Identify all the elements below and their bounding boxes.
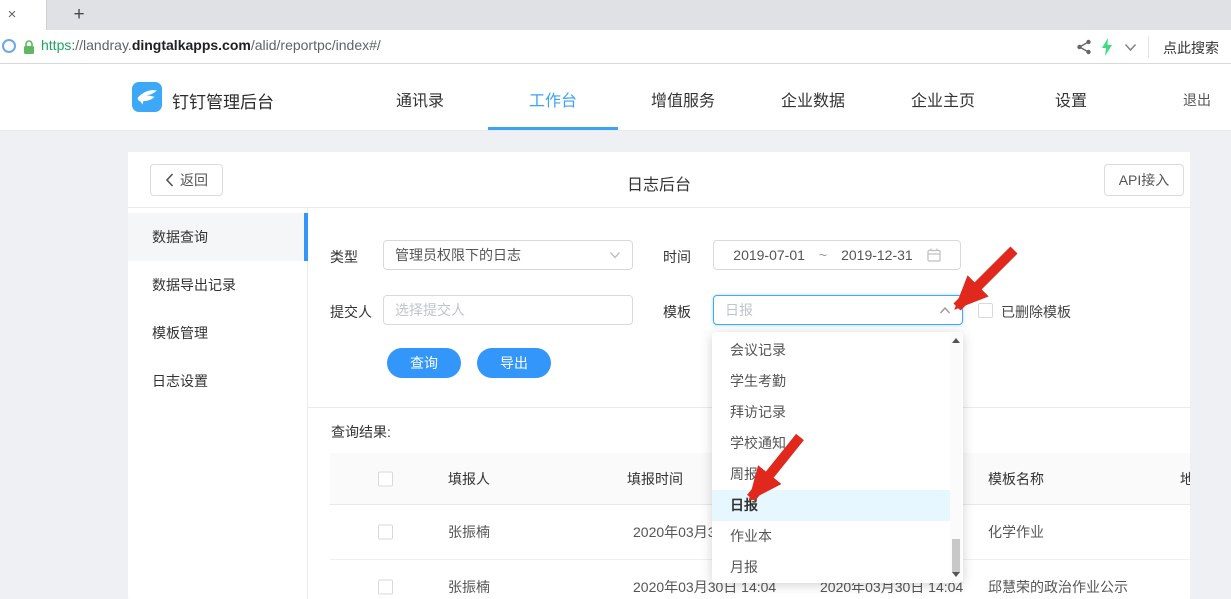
date-range-picker[interactable]: 2019-07-01 ~ 2019-12-31: [713, 240, 961, 270]
dropdown-option-school-notice[interactable]: 学校通知: [712, 428, 950, 459]
deleted-template-checkbox[interactable]: [978, 303, 993, 318]
dropdown-option-weekly-report[interactable]: 周报: [712, 459, 950, 490]
dropdown-scrollbar[interactable]: [950, 333, 962, 582]
cell-report-time: 2020年03月31: [633, 524, 724, 540]
row-checkbox[interactable]: [378, 524, 393, 540]
sidebar-item-export-records[interactable]: 数据导出记录: [128, 261, 308, 309]
log-backend-card: 返回 日志后台 API接入 数据查询 数据导出记录 模板管理 日志设置 类型 管…: [128, 152, 1190, 599]
scroll-up-icon[interactable]: [952, 338, 960, 343]
url-domain: dingtalkapps.com: [131, 37, 251, 53]
scroll-down-icon[interactable]: [952, 572, 960, 577]
chevron-down-icon[interactable]: [1124, 43, 1137, 52]
sidebar-item-label: 日志设置: [152, 373, 208, 389]
flash-icon[interactable]: [1101, 38, 1113, 56]
template-select[interactable]: 日报: [713, 295, 963, 325]
active-tab-underline: [488, 127, 618, 130]
card-header: 返回 日志后台 API接入: [128, 152, 1190, 208]
search-here-link[interactable]: 点此搜索: [1163, 38, 1219, 58]
sidebar-item-label: 模板管理: [152, 325, 208, 341]
sidebar-item-label: 数据导出记录: [152, 277, 236, 293]
url-text[interactable]: https://landray.dingtalkapps.com/alid/re…: [41, 37, 381, 53]
admin-nav-bar: 钉钉管理后台 通讯录 工作台 增值服务 企业数据 企业主页 设置 退出: [0, 64, 1231, 131]
sidebar: 数据查询 数据导出记录 模板管理 日志设置: [128, 208, 308, 599]
sidebar-item-label: 数据查询: [152, 229, 208, 245]
cell-template-name: 邱慧荣的政治作业公示: [988, 579, 1128, 595]
url-path: /alid/reportpc/index#/: [250, 37, 381, 53]
deleted-template-label: 已删除模板: [1001, 304, 1071, 320]
date-end[interactable]: 2019-12-31: [841, 247, 913, 263]
active-indicator: [304, 213, 308, 261]
chevron-down-icon: [609, 251, 621, 259]
export-button[interactable]: 导出: [477, 348, 551, 378]
url-separator: ://: [71, 37, 84, 53]
admin-title: 钉钉管理后台: [172, 93, 274, 112]
browser-tab[interactable]: ×: [0, 0, 47, 30]
column-location: 地点: [1180, 470, 1190, 487]
template-select-value: 日报: [725, 302, 753, 318]
nav-tab-workbench[interactable]: 工作台: [529, 87, 577, 111]
column-reporter: 填报人: [448, 470, 490, 487]
toolbar-separator: [1148, 36, 1149, 58]
lock-icon: [24, 40, 34, 54]
row-checkbox[interactable]: [378, 579, 393, 595]
time-label: 时间: [663, 249, 691, 265]
tab-close-icon[interactable]: ×: [4, 6, 20, 24]
dingtalk-logo: [132, 82, 162, 112]
column-report-time: 填报时间: [627, 470, 683, 487]
type-label: 类型: [330, 249, 358, 265]
api-access-button[interactable]: API接入: [1104, 164, 1184, 196]
calendar-icon: [927, 248, 941, 262]
site-profile-icon[interactable]: [2, 39, 16, 53]
new-tab-button[interactable]: +: [68, 4, 90, 26]
browser-url-bar: https://landray.dingtalkapps.com/alid/re…: [0, 30, 1231, 64]
chevron-up-icon: [939, 306, 951, 313]
dropdown-option-meeting-minutes[interactable]: 会议记录: [712, 335, 950, 366]
sidebar-item-data-query[interactable]: 数据查询: [128, 213, 308, 261]
dropdown-option-monthly-report[interactable]: 月报: [712, 552, 950, 583]
query-button[interactable]: 查询: [387, 348, 461, 378]
dropdown-option-student-attendance[interactable]: 学生考勤: [712, 366, 950, 397]
page-title: 日志后台: [626, 177, 691, 194]
nav-tab-enterprise-homepage[interactable]: 企业主页: [911, 87, 975, 111]
template-dropdown: 会议记录 学生考勤 拜访记录 学校通知 周报 日报 作业本 月报: [712, 332, 963, 583]
nav-tab-enterprise-data[interactable]: 企业数据: [781, 87, 845, 111]
screen: × + https://landray.dingtalkapps.com/ali…: [0, 0, 1231, 599]
select-all-checkbox[interactable]: [378, 471, 393, 486]
date-start[interactable]: 2019-07-01: [733, 247, 805, 263]
sidebar-item-template-management[interactable]: 模板管理: [128, 309, 308, 357]
type-select[interactable]: 管理员权限下的日志: [383, 240, 633, 270]
dropdown-option-homework-book[interactable]: 作业本: [712, 521, 950, 552]
nav-tab-value-added-services[interactable]: 增值服务: [651, 87, 715, 111]
template-label: 模板: [663, 304, 691, 320]
date-separator: ~: [818, 247, 828, 263]
scrollbar-thumb[interactable]: [952, 539, 960, 573]
url-subdomain: landray.: [83, 37, 132, 53]
nav-tab-settings[interactable]: 设置: [1055, 87, 1087, 111]
column-template-name: 模板名称: [988, 470, 1044, 487]
logout-link[interactable]: 退出: [1183, 90, 1211, 110]
cell-reporter: 张振楠: [448, 524, 490, 540]
type-select-value: 管理员权限下的日志: [395, 247, 521, 263]
share-icon[interactable]: [1076, 39, 1092, 55]
submitter-label: 提交人: [330, 304, 372, 320]
cell-template-name: 化学作业: [988, 524, 1044, 540]
url-scheme: https: [41, 37, 72, 53]
browser-tab-strip: × +: [0, 0, 1231, 30]
dropdown-option-daily-report[interactable]: 日报: [712, 490, 950, 521]
results-label: 查询结果:: [331, 424, 391, 440]
sidebar-item-log-settings[interactable]: 日志设置: [128, 357, 308, 405]
dropdown-option-visit-record[interactable]: 拜访记录: [712, 397, 950, 428]
nav-tab-contacts[interactable]: 通讯录: [396, 87, 444, 111]
cell-reporter: 张振楠: [448, 579, 490, 595]
submitter-input[interactable]: [383, 295, 633, 325]
